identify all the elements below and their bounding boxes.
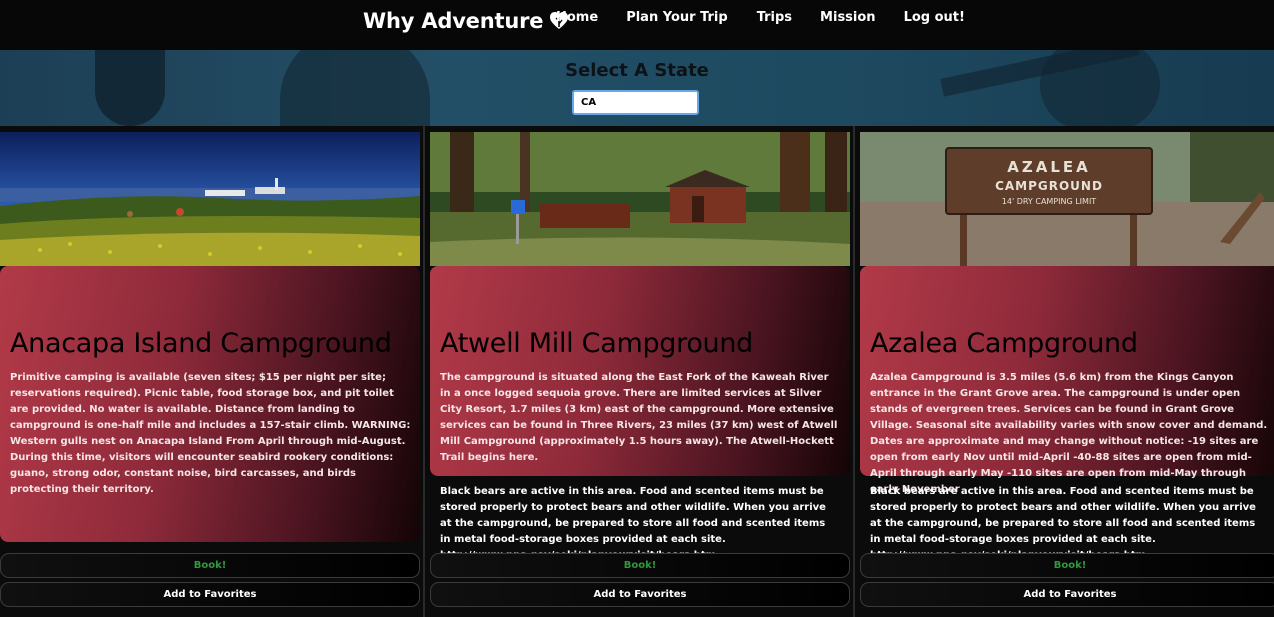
book-button[interactable]: Book! [430,553,850,578]
campground-list: Anacapa Island Campground Primitive camp… [0,126,1274,617]
add-to-favorites-button[interactable]: Add to Favorites [430,582,850,607]
nav-mission[interactable]: Mission [820,10,876,25]
sign-name-text: AZALEA [1007,158,1091,176]
campground-description: Azalea Campground is 3.5 miles (5.6 km) … [870,372,1268,495]
add-to-favorites-button[interactable]: Add to Favorites [860,582,1274,607]
campground-photo: AZALEA CAMPGROUND 14' DRY CAMPING LIMIT [860,132,1274,266]
bear-safety-notice: Black bears are active in this area. Foo… [870,486,1256,561]
nav-home[interactable]: Home [556,10,598,25]
brand-logo[interactable]: Why Adventure [363,9,569,33]
campground-card: Atwell Mill Campground The campground is… [430,126,850,617]
state-select-banner: Select A State CA [0,50,1274,126]
campground-info-panel: Anacapa Island Campground Primitive camp… [0,266,420,542]
nav-trips[interactable]: Trips [757,10,792,25]
book-button[interactable]: Book! [0,553,420,578]
campground-card: Anacapa Island Campground Primitive camp… [0,126,420,617]
campground-photo [430,132,850,266]
card-divider [853,126,855,617]
campground-description: The campground is situated along the Eas… [440,372,838,463]
book-button[interactable]: Book! [860,553,1274,578]
card-divider [423,126,425,617]
bear-safety-notice: Black bears are active in this area. Foo… [440,486,826,561]
campground-info-panel: Atwell Mill Campground The campground is… [430,266,850,476]
nav-log-out[interactable]: Log out! [904,10,965,25]
campground-info-panel: Azalea Campground Azalea Campground is 3… [860,266,1274,495]
campground-name: Atwell Mill Campground [440,328,754,359]
campground-photo [0,132,420,266]
top-nav: Why Adventure Home Plan Your Trip Trips … [0,0,1274,50]
nav-links: Home Plan Your Trip Trips Mission Log ou… [556,10,965,25]
campground-card: AZALEA CAMPGROUND 14' DRY CAMPING LIMIT … [860,126,1274,617]
add-to-favorites-button[interactable]: Add to Favorites [0,582,420,607]
state-input[interactable]: CA [572,90,699,115]
campground-description: Primitive camping is available (seven si… [10,372,411,495]
campground-name: Azalea Campground [870,328,1138,359]
sign-limit-text: 14' DRY CAMPING LIMIT [1002,197,1097,206]
select-state-heading: Select A State [565,60,709,81]
brand-name: Why Adventure [363,9,544,33]
nav-plan-your-trip[interactable]: Plan Your Trip [626,10,728,25]
campground-name: Anacapa Island Campground [10,328,392,359]
sign-campground-text: CAMPGROUND [995,179,1103,193]
